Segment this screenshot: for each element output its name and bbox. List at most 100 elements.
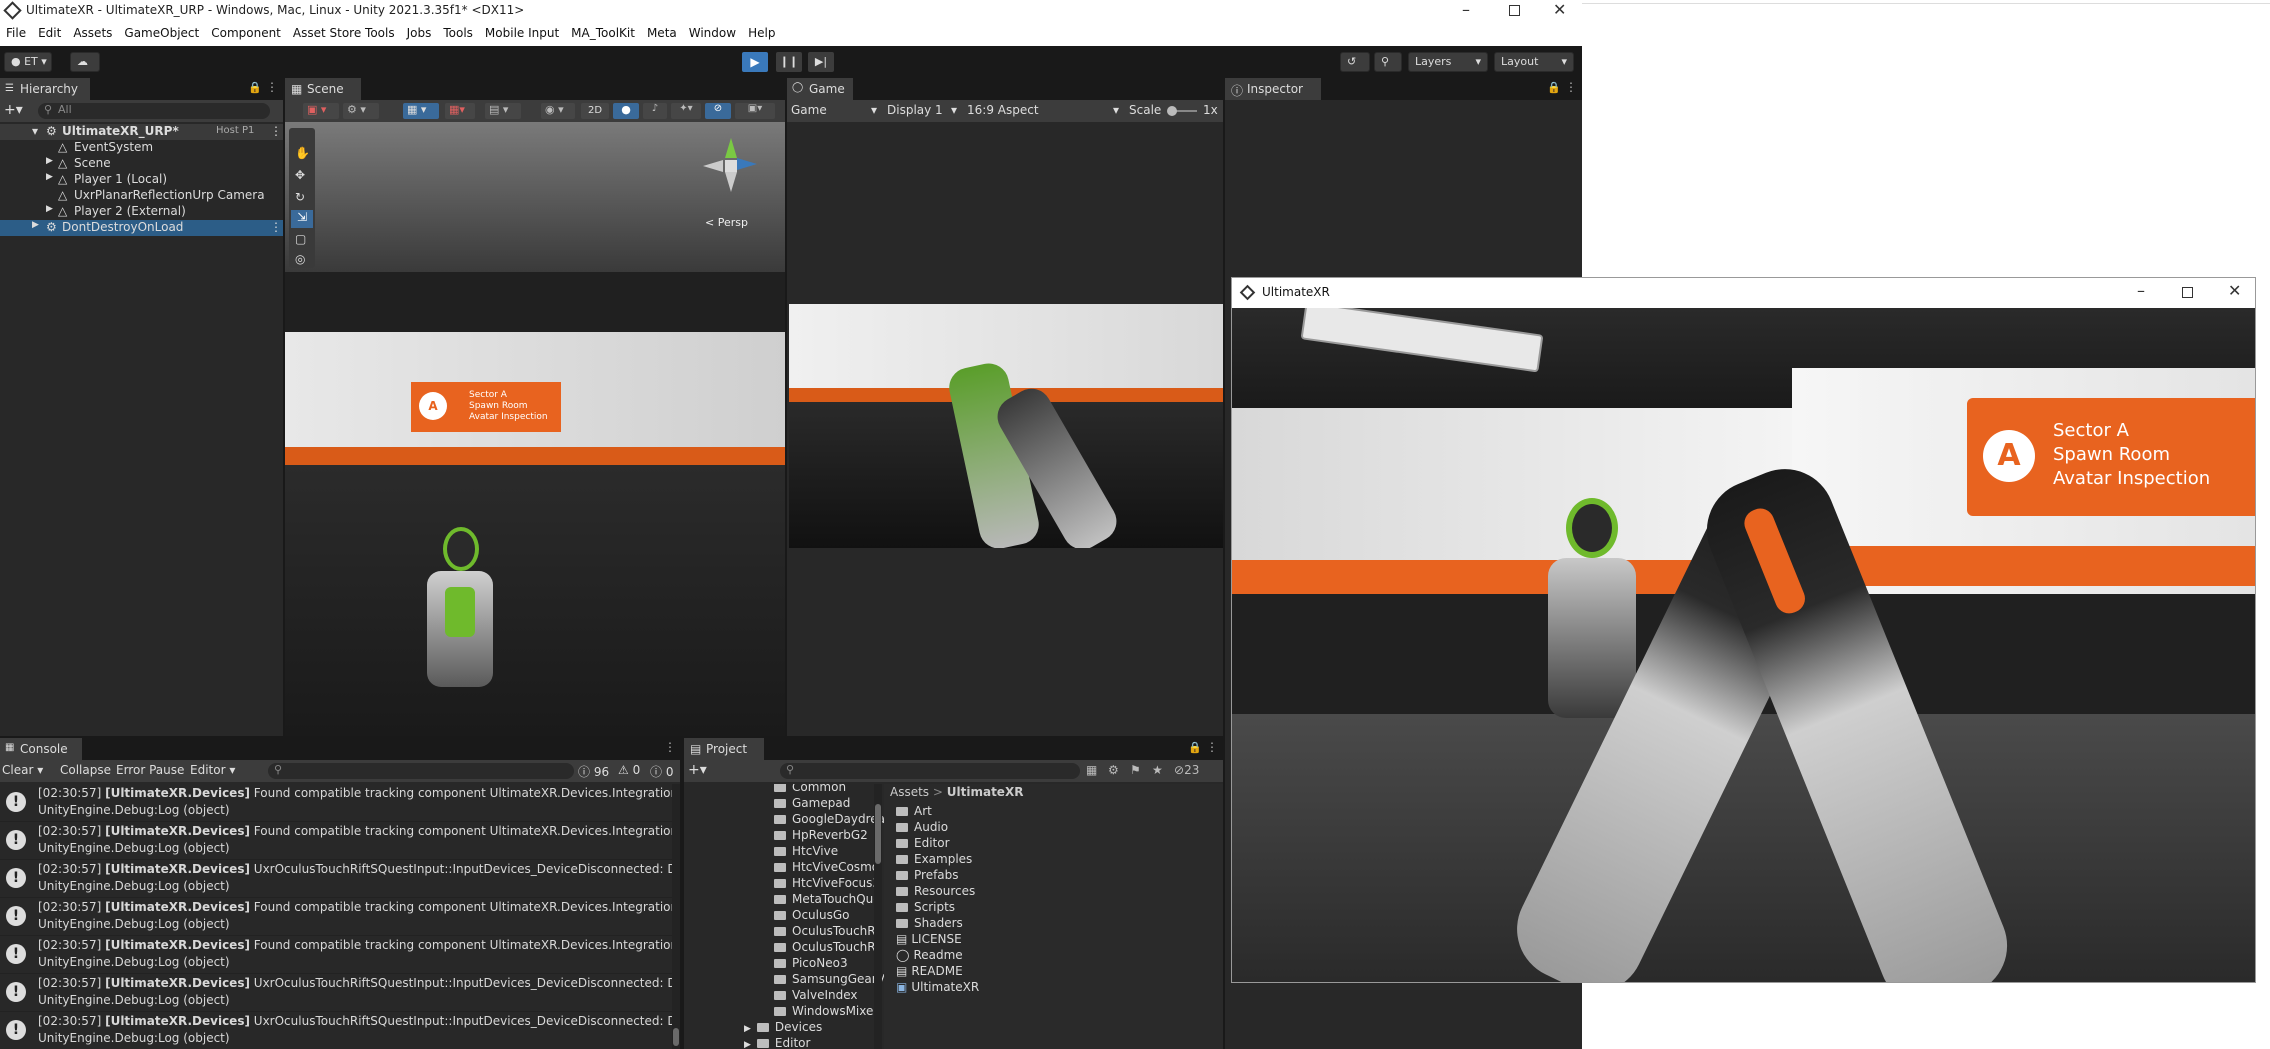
tree-folder[interactable]: OculusTouchRi [774,940,879,956]
minimize-button[interactable]: – [1462,0,1470,19]
layers-dropdown[interactable]: Layers ▾ [1408,52,1488,72]
lighting-toggle-button[interactable]: ● [613,103,639,119]
transform-tool-icon[interactable]: ◎ [295,252,305,266]
console-row[interactable]: ! [02:30:57] [UltimateXR.Devices] UxrOcu… [0,860,672,898]
tree-folder[interactable]: OculusTouchRi [774,924,879,940]
aspect-dropdown[interactable]: 16:9 Aspect ▾ [967,103,1119,117]
console-row[interactable]: ! [02:30:57] [UltimateXR.Devices] UxrOcu… [0,974,672,1012]
expand-arrow-icon[interactable]: ▾ [32,124,38,138]
move-tool-icon[interactable]: ✥ [295,168,305,182]
tree-folder[interactable]: WindowsMixed [774,1004,881,1020]
menu-tools[interactable]: Tools [437,22,479,40]
layout-dropdown[interactable]: Layout ▾ [1494,52,1574,72]
tree-folder[interactable]: HtcVive [774,844,838,860]
breadcrumb-ultimatexr[interactable]: UltimateXR [947,785,1024,799]
audio-toggle-button[interactable]: ♪ [643,103,667,119]
console-row[interactable]: ! [02:30:57] [UltimateXR.Devices] Found … [0,898,672,936]
uxr-game-render[interactable]: A Sector A Spawn Room Avatar Inspection [1232,308,2255,982]
maximize-button[interactable] [1509,5,1520,16]
panel-menu-icon[interactable]: ⋮ [1206,740,1218,754]
step-button[interactable]: ▶| [808,52,834,72]
scene-visibility-button[interactable]: ⊘ [705,103,731,119]
game-viewport[interactable] [789,304,1223,548]
row-menu-icon[interactable]: ⋮ [270,124,282,138]
lock-icon[interactable]: 🔒 [1547,81,1561,94]
asset-file-license[interactable]: ▤ LICENSE [896,932,962,948]
tab-scene[interactable]: ▦ Scene [285,78,361,100]
rect-tool-icon[interactable]: ▢ [295,232,306,246]
menu-meta[interactable]: Meta [641,22,683,40]
account-dropdown[interactable]: ● ET ▾ [4,52,52,72]
hand-tool-icon[interactable]: ✋ [295,146,310,160]
close-button[interactable]: ✕ [1553,0,1566,19]
lock-icon[interactable]: 🔒 [248,81,262,94]
pause-button[interactable]: ❙❙ [776,52,802,72]
uxr-close-button[interactable]: ✕ [2228,281,2241,300]
scale-tool-icon[interactable]: ⇲ [291,210,313,228]
game-mode-dropdown[interactable]: Game ▾ [791,103,877,117]
tab-hierarchy[interactable]: ☰ Hierarchy [0,78,90,100]
scale-slider[interactable] [1167,106,1197,116]
panel-menu-icon[interactable]: ⋮ [266,80,278,94]
tab-inspector[interactable]: ⓘ Inspector [1225,78,1321,100]
scene-viewport[interactable]: A Sector A Spawn Room Avatar Inspection … [285,122,785,736]
tree-folder[interactable]: OculusGo [774,908,849,924]
menu-mobile-input[interactable]: Mobile Input [479,22,565,40]
tab-project[interactable]: ▤ Project [684,738,764,760]
tree-folder[interactable]: HtcViveCosmo [774,860,879,876]
error-count-toggle[interactable]: ⓘ 0 [650,763,673,780]
tab-game[interactable]: ◯ Game [787,78,853,100]
expand-arrow-icon[interactable]: ▶ [46,204,53,214]
expand-arrow-icon[interactable]: ▶ [32,220,39,230]
menu-edit[interactable]: Edit [32,22,67,40]
tree-folder[interactable]: HpReverbG2 [774,828,868,844]
collapse-button[interactable]: Collapse [60,763,111,777]
menu-help[interactable]: Help [742,22,781,40]
error-pause-button[interactable]: Error Pause [116,763,184,777]
snap-increment-button[interactable]: ▦▾ [445,103,475,119]
asset-folder-art[interactable]: Art [896,804,932,820]
tree-folder[interactable]: Common [774,784,846,796]
tree-folder[interactable]: MetaTouchQue [774,892,881,908]
asset-folder-audio[interactable]: Audio [896,820,948,836]
menu-window[interactable]: Window [683,22,742,40]
hierarchy-root-scene[interactable]: ▾ ⚙ UltimateXR_URP* Host P1 ⋮ [0,124,283,140]
breadcrumb-assets[interactable]: Assets [890,785,929,799]
expand-arrow-icon[interactable]: ▶ [46,172,53,182]
tree-folder[interactable]: SamsungGearV [774,972,884,988]
clear-button[interactable]: Clear ▾ [2,763,43,777]
scale-slider-handle[interactable] [1167,106,1177,116]
panel-menu-icon[interactable]: ⋮ [1565,80,1577,94]
hidden-packages-toggle[interactable]: ⊘23 [1174,763,1199,777]
toggle-2d-button[interactable]: 2D [581,103,609,119]
menu-jobs[interactable]: Jobs [401,22,438,40]
asset-folder-examples[interactable]: Examples [896,852,972,868]
console-row[interactable]: ! [02:30:57] [UltimateXR.Devices] Found … [0,784,672,822]
asset-folder-scripts[interactable]: Scripts [896,900,955,916]
console-row[interactable]: ! [02:30:57] [UltimateXR.Devices] Found … [0,822,672,860]
warning-count-toggle[interactable]: ⚠ 0 [618,763,640,777]
tree-folder[interactable]: GoogleDaydrea [774,812,884,828]
lock-icon[interactable]: 🔒 [1188,741,1202,754]
folder-tree-scrollbar-thumb[interactable] [875,804,881,864]
hierarchy-item-player1[interactable]: ▶ △ Player 1 (Local) [0,172,283,188]
filter-icon[interactable]: ⚑ [1130,763,1141,777]
row-menu-icon[interactable]: ⋮ [270,220,282,234]
history-button[interactable]: ↺ [1340,52,1370,72]
tree-folder[interactable]: Gamepad [774,796,850,812]
perspective-label[interactable]: < Persp [705,216,748,229]
gizmo-toggle-button[interactable]: ▤ ▾ [485,103,521,119]
create-button[interactable]: +▾ [4,102,23,118]
uxr-maximize-button[interactable] [2182,287,2193,298]
folder-tree-scrollbar[interactable] [874,784,882,1049]
render-mode-button[interactable]: ⚙ ▾ [343,103,379,119]
tree-folder[interactable]: HtcViveFocus3 [774,876,880,892]
search-by-label-icon[interactable]: ⚙ [1108,763,1119,777]
display-dropdown[interactable]: Display 1 ▾ [887,103,957,117]
menu-asset-store-tools[interactable]: Asset Store Tools [287,22,401,40]
draw-mode-button[interactable]: ▣ ▾ [303,103,339,119]
asset-folder-editor[interactable]: Editor [896,836,950,852]
search-by-type-icon[interactable]: ▦ [1086,763,1097,777]
cloud-button[interactable]: ☁ [70,52,100,72]
create-asset-button[interactable]: +▾ [688,762,707,778]
